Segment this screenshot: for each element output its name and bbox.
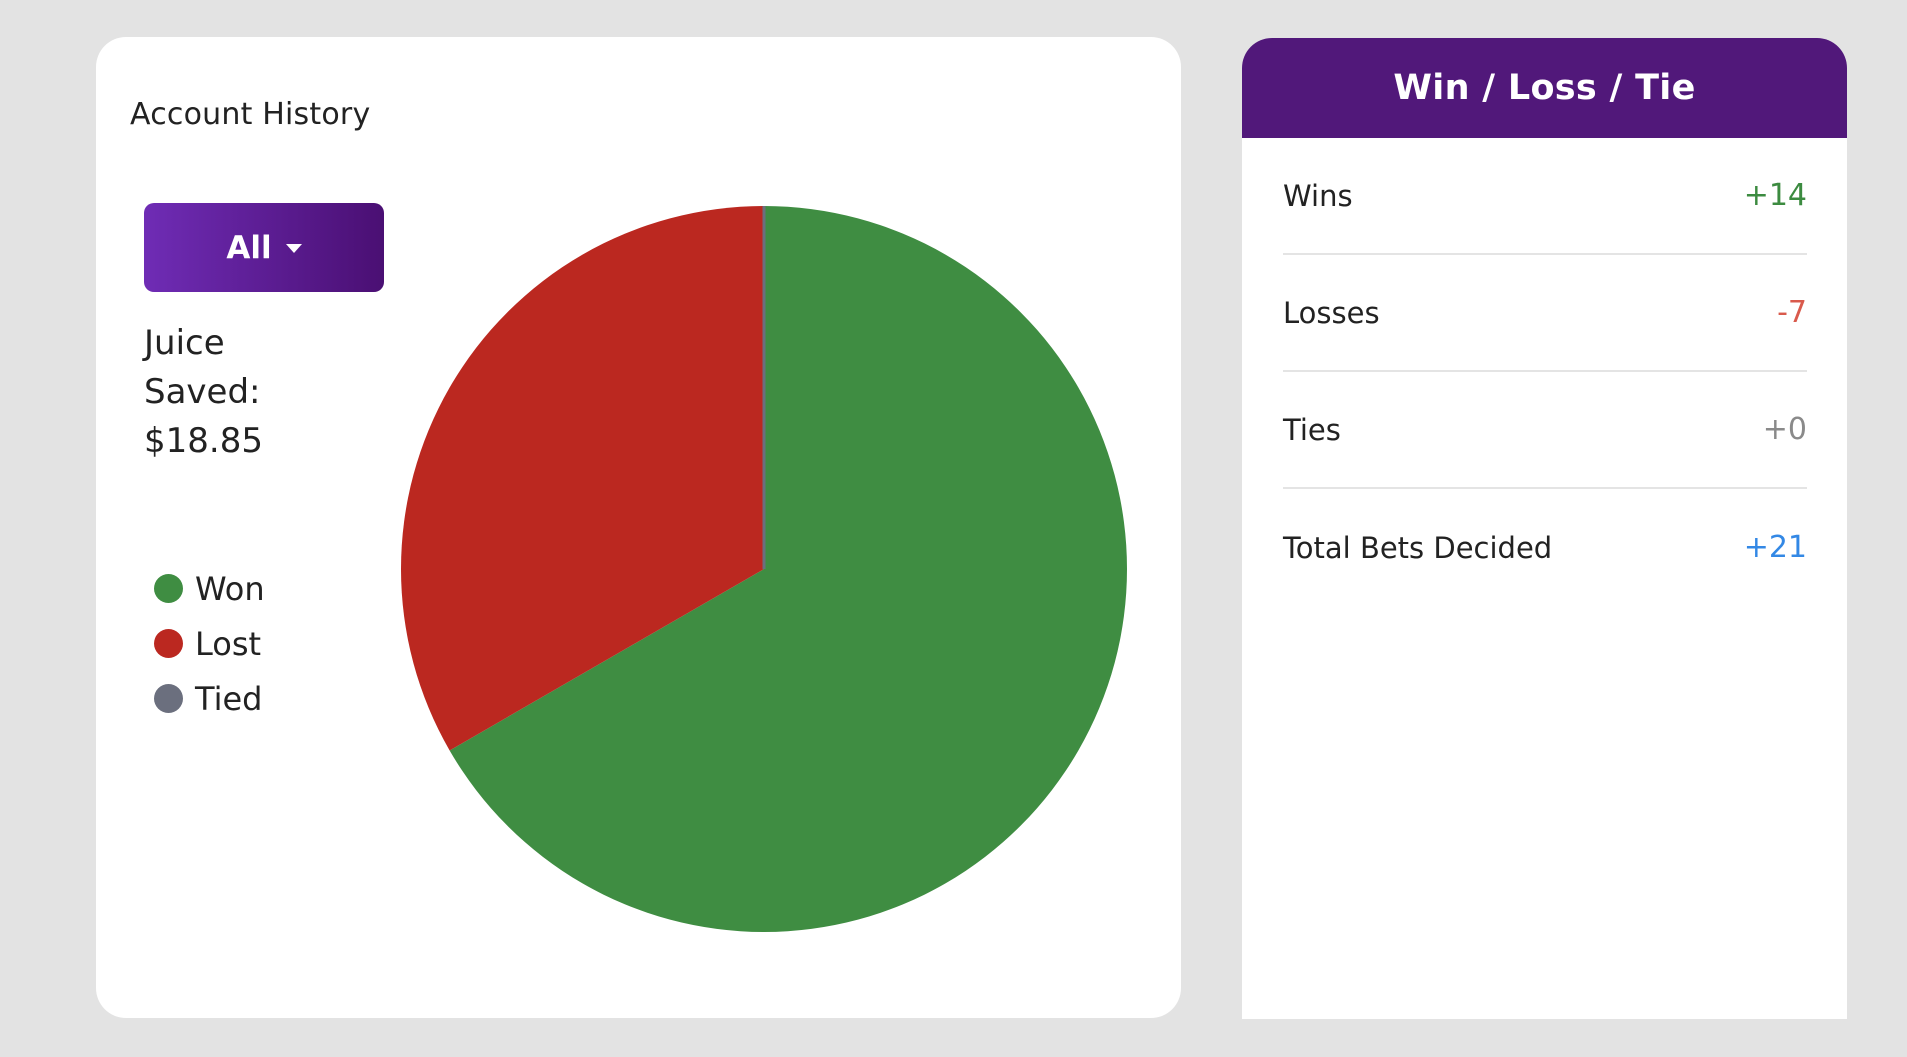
summary-label-losses: Losses: [1283, 295, 1380, 330]
legend-item-tied[interactable]: Tied: [154, 671, 265, 726]
juice-saved-amount: $18.85: [144, 421, 263, 461]
filter-selected-label: All: [226, 229, 272, 266]
summary-label-wins: Wins: [1283, 178, 1353, 213]
legend-label-tied: Tied: [195, 679, 263, 718]
legend-label-won: Won: [195, 569, 265, 608]
account-history-card: Account History All Juice Saved: $18.85 …: [96, 37, 1181, 1018]
juice-saved-label-line2: Saved:: [144, 372, 261, 412]
summary-row-total: Total Bets Decided +21: [1283, 489, 1807, 606]
caret-down-icon: [285, 244, 302, 253]
summary-row-losses: Losses -7: [1283, 255, 1807, 372]
summary-value-ties: +0: [1762, 412, 1807, 447]
legend-item-won[interactable]: Won: [154, 561, 265, 616]
pie-chart: [399, 204, 1129, 934]
chart-legend: Won Lost Tied: [154, 561, 265, 726]
summary-value-wins: +14: [1743, 178, 1807, 213]
summary-value-losses: -7: [1777, 295, 1807, 330]
summary-row-wins: Wins +14: [1283, 138, 1807, 255]
win-loss-tie-card: Win / Loss / Tie Wins +14 Losses -7 Ties…: [1242, 38, 1847, 1019]
pie-chart-svg: [401, 206, 1127, 932]
summary-value-total: +21: [1743, 530, 1807, 565]
summary-label-ties: Ties: [1283, 412, 1341, 447]
legend-label-lost: Lost: [195, 624, 262, 663]
juice-saved-label-line1: Juice: [144, 323, 225, 363]
legend-dot-tied: [154, 684, 183, 713]
filter-dropdown-button[interactable]: All: [144, 203, 384, 292]
legend-dot-lost: [154, 629, 183, 658]
legend-item-lost[interactable]: Lost: [154, 616, 265, 671]
summary-label-total: Total Bets Decided: [1283, 530, 1553, 565]
win-loss-tie-header: Win / Loss / Tie: [1242, 38, 1847, 138]
juice-saved: Juice Saved: $18.85: [144, 319, 294, 466]
summary-row-ties: Ties +0: [1283, 372, 1807, 489]
win-loss-tie-list: Wins +14 Losses -7 Ties +0 Total Bets De…: [1283, 138, 1807, 606]
account-history-title: Account History: [130, 97, 371, 132]
legend-dot-won: [154, 574, 183, 603]
